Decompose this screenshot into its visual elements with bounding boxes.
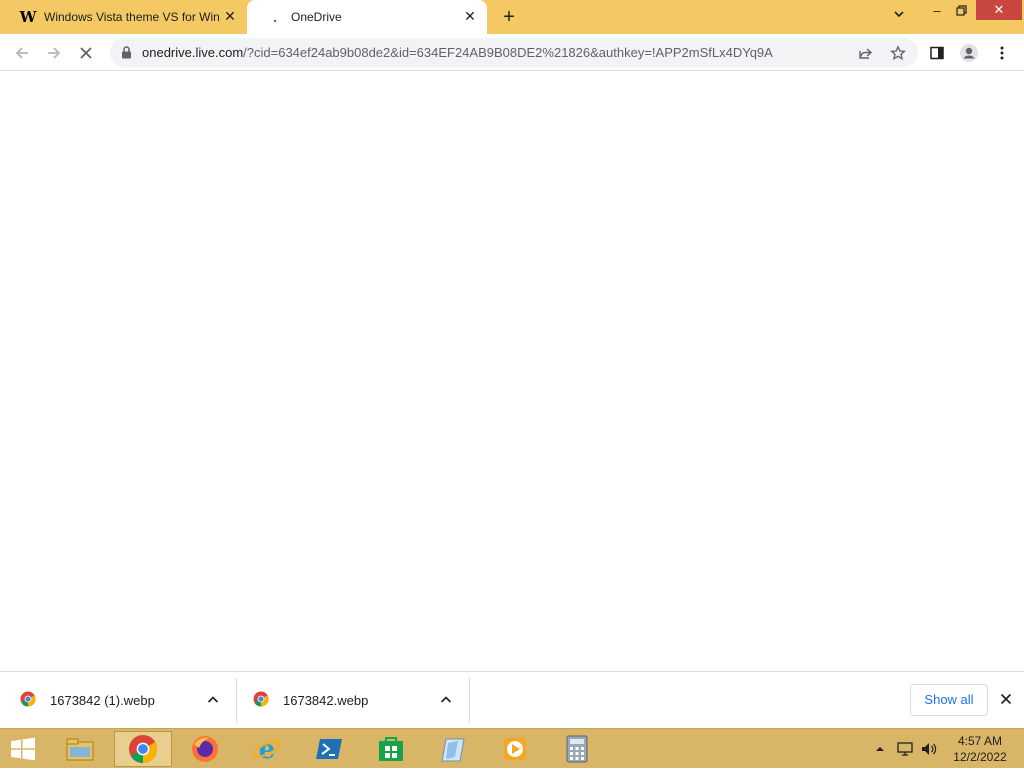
paint-icon[interactable] (424, 731, 482, 767)
close-downloads-icon[interactable] (998, 691, 1014, 707)
chrome-icon[interactable] (114, 731, 172, 767)
share-icon[interactable] (855, 42, 877, 64)
address-bar[interactable]: onedrive.live.com/?cid=634ef24ab9b08de2&… (110, 38, 918, 67)
tab-title: Windows Vista theme VS for Windows 8 (44, 10, 219, 24)
title-bar: W Windows Vista theme VS for Windows 8 ✕… (0, 0, 1024, 34)
url-host: onedrive.live.com (142, 45, 244, 60)
tab-close-icon[interactable]: ✕ (223, 9, 237, 23)
profile-avatar-icon[interactable] (958, 42, 980, 64)
downloads-bar: 1673842 (1).webp 1673842.webp Show all (0, 671, 1024, 728)
loading-favicon-icon (267, 9, 283, 25)
browser-toolbar: onedrive.live.com/?cid=634ef24ab9b08de2&… (0, 34, 1024, 71)
tab-search-chevron-icon[interactable] (884, 6, 914, 30)
download-item[interactable]: 1673842 (1).webp (0, 678, 236, 723)
tab-title: OneDrive (291, 10, 342, 24)
volume-icon[interactable] (920, 729, 938, 769)
file-explorer-icon[interactable] (51, 731, 109, 767)
tab-close-icon[interactable]: ✕ (463, 9, 477, 23)
url-path: /?cid=634ef24ab9b08de2&id=634EF24AB9B08D… (243, 45, 773, 60)
download-item[interactable]: 1673842.webp (233, 678, 469, 723)
system-clock[interactable]: 4:57 AM 12/2/2022 (944, 733, 1016, 765)
download-filename: 1673842 (1).webp (50, 693, 155, 708)
chrome-file-icon (253, 691, 269, 710)
clock-date: 12/2/2022 (953, 750, 1007, 764)
new-tab-button[interactable]: + (498, 6, 520, 28)
calculator-icon[interactable] (548, 731, 606, 767)
tab-onedrive[interactable]: OneDrive ✕ (247, 0, 487, 34)
store-icon[interactable] (362, 731, 420, 767)
clock-time: 4:57 AM (957, 734, 1003, 748)
download-filename: 1673842.webp (283, 693, 369, 708)
more-menu-icon[interactable] (991, 42, 1013, 64)
taskbar: e 4:57 AM 12/2/2022 (0, 728, 1024, 768)
firefox-icon[interactable] (176, 731, 234, 767)
lock-icon[interactable] (121, 46, 132, 64)
start-icon[interactable] (0, 731, 46, 767)
internet-explorer-icon[interactable]: e (238, 731, 296, 767)
side-panel-icon[interactable] (926, 42, 948, 64)
restore-button[interactable] (947, 0, 977, 24)
chevron-up-icon[interactable] (205, 692, 221, 708)
tab-windows-vista-theme[interactable]: W Windows Vista theme VS for Windows 8 ✕ (0, 0, 247, 34)
back-button[interactable] (9, 40, 35, 66)
bookmark-star-icon[interactable] (887, 42, 909, 64)
page-content (0, 71, 1024, 671)
svg-text:e: e (259, 735, 276, 764)
chevron-up-icon[interactable] (438, 692, 454, 708)
window-close-button[interactable]: ✕ (976, 0, 1022, 20)
stop-loading-button[interactable] (73, 40, 99, 66)
chrome-file-icon (20, 691, 36, 710)
network-icon[interactable] (896, 729, 914, 769)
forward-button[interactable] (41, 40, 67, 66)
url-text: onedrive.live.com/?cid=634ef24ab9b08de2&… (142, 45, 773, 60)
powershell-icon[interactable] (300, 731, 358, 767)
w-favicon-icon: W (19, 8, 37, 26)
tray-expand-icon[interactable] (874, 729, 886, 769)
show-all-button[interactable]: Show all (910, 684, 988, 716)
media-player-icon[interactable] (486, 731, 544, 767)
download-divider (469, 678, 470, 723)
